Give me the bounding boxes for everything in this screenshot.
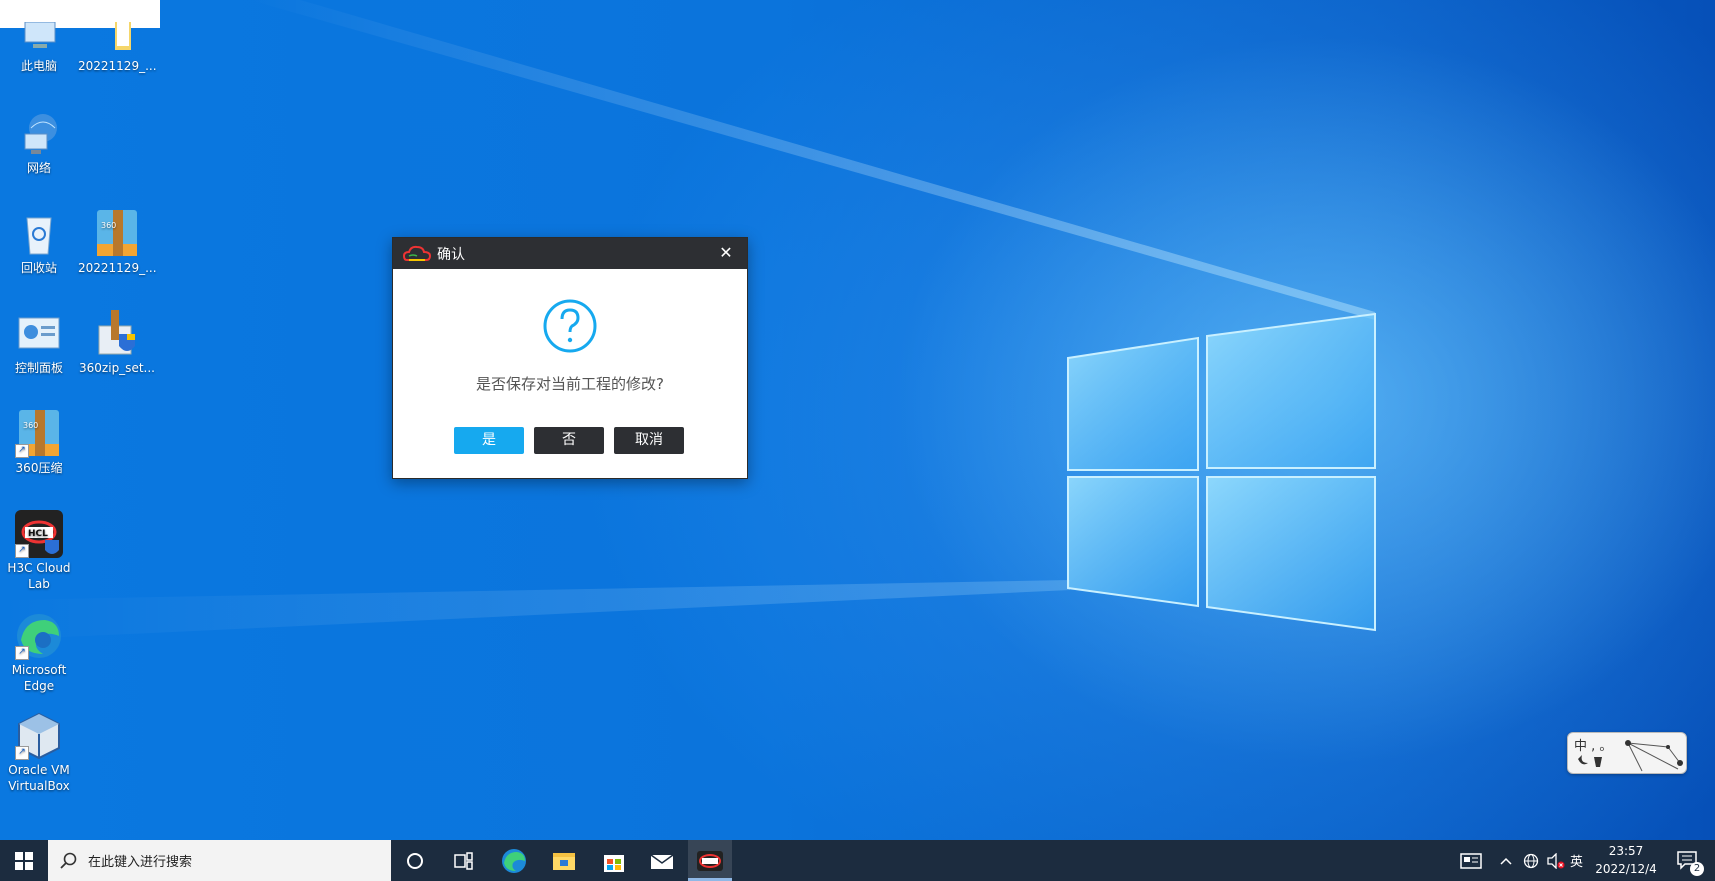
h3c-cloud-lab-icon: HCL ↗ <box>15 510 63 558</box>
taskbar-mail-button[interactable] <box>640 840 684 881</box>
desktop-icon-label: 20221129_... <box>78 261 157 275</box>
mail-icon <box>650 853 674 869</box>
notification-count-badge: 2 <box>1690 862 1704 876</box>
taskbar-edge-button[interactable] <box>492 840 536 881</box>
desktop-icon-control-panel[interactable]: 控制面板 <box>0 310 78 376</box>
windows-logo-wallpaper <box>0 0 1376 640</box>
tray-overflow-button[interactable] <box>1495 840 1517 881</box>
windows-start-icon <box>15 851 33 870</box>
desktop-icon-label: 控制面板 <box>14 361 63 375</box>
folder-icon <box>93 22 141 70</box>
tray-clock[interactable]: 23:57 2022/12/4 <box>1590 842 1662 878</box>
dialog-message: 是否保存对当前工程的修改? <box>476 375 664 393</box>
task-view-icon <box>454 851 473 870</box>
network-icon <box>15 110 63 158</box>
desktop-icon-recycle-bin[interactable]: 回收站 <box>0 210 78 276</box>
desktop-icon-edge[interactable]: ↗ Microsoft Edge <box>0 612 78 694</box>
cortana-icon <box>407 852 423 869</box>
tray-volume-button[interactable] <box>1544 840 1568 881</box>
task-view-button[interactable] <box>442 840 486 881</box>
hcl-cloud-logo-icon <box>403 245 431 261</box>
svg-text:360: 360 <box>101 221 116 230</box>
taskbar-explorer-button[interactable] <box>542 840 586 881</box>
store-icon <box>604 854 624 872</box>
svg-text:360: 360 <box>23 421 38 430</box>
clock-date: 2022/12/4 <box>1595 862 1657 876</box>
ime-skin-icon <box>1578 740 1683 772</box>
shortcut-arrow-icon: ↗ <box>15 444 29 458</box>
desktop-icon-virtualbox[interactable]: ↗ Oracle VM VirtualBox <box>0 712 78 794</box>
desktop-icon-this-pc[interactable]: 此电脑 <box>0 21 78 74</box>
desktop-icon-label: Microsoft Edge <box>11 663 67 693</box>
shortcut-arrow-icon: ↗ <box>15 746 29 760</box>
desktop-icon-label: 网络 <box>26 161 51 175</box>
desktop-icon-label: Oracle VM VirtualBox <box>8 763 70 793</box>
desktop-icon-zip-20221129[interactable]: 360 20221129_... <box>78 210 157 276</box>
dialog-titlebar[interactable]: 确认 ✕ <box>393 238 747 269</box>
desktop-icon-h3c-cloud-lab[interactable]: HCL ↗ H3C Cloud Lab <box>0 510 78 592</box>
news-icon <box>1460 852 1482 869</box>
zip-archive-icon: 360 <box>93 210 141 258</box>
hcl-app-icon <box>697 850 723 871</box>
ime-toolbar[interactable]: 中 , 。 <box>1567 732 1687 774</box>
taskbar-hcl-button[interactable] <box>688 840 732 881</box>
file-explorer-icon <box>553 852 575 870</box>
desktop-icon-360zip-setup[interactable]: 360zip_set... <box>78 310 156 376</box>
tray-network-button[interactable] <box>1520 840 1542 881</box>
clock-time: 23:57 <box>1608 844 1644 858</box>
desktop-icon-label: H3C Cloud Lab <box>7 561 71 591</box>
control-panel-icon <box>15 310 63 358</box>
desktop-icon-folder-20221129[interactable]: 20221129_... <box>78 22 157 74</box>
volume-muted-icon <box>1547 852 1565 869</box>
taskbar: 在此键入进行搜索 英 23:57 2022/12/4 2 <box>0 840 1715 881</box>
dialog-title: 确认 <box>437 246 465 263</box>
computer-icon <box>15 21 63 70</box>
virtualbox-icon: ↗ <box>15 712 63 760</box>
start-button[interactable] <box>0 840 48 881</box>
close-icon[interactable]: ✕ <box>717 244 735 262</box>
desktop-icon-label: 360zip_set... <box>79 361 155 375</box>
question-icon <box>543 299 597 353</box>
360zip-icon: 360 ↗ <box>15 410 63 458</box>
installer-icon <box>93 310 141 358</box>
no-button[interactable]: 否 <box>534 427 604 454</box>
recycle-bin-icon <box>15 210 63 258</box>
cancel-button[interactable]: 取消 <box>614 427 684 454</box>
shortcut-arrow-icon: ↗ <box>15 544 29 558</box>
chevron-up-icon <box>1500 857 1512 865</box>
taskbar-search-box[interactable]: 在此键入进行搜索 <box>48 840 391 881</box>
desktop-icon-network[interactable]: 网络 <box>0 110 78 176</box>
confirm-dialog: 确认 ✕ 是否保存对当前工程的修改? 是 否 取消 <box>392 237 748 479</box>
desktop-icon-label: 360压缩 <box>15 461 63 475</box>
desktop-icon-label: 回收站 <box>20 261 57 275</box>
yes-button[interactable]: 是 <box>454 427 524 454</box>
cortana-button[interactable] <box>395 840 435 881</box>
action-center-button[interactable]: 2 <box>1670 840 1706 881</box>
edge-icon <box>502 848 526 873</box>
search-placeholder: 在此键入进行搜索 <box>88 855 193 870</box>
search-icon <box>60 852 77 869</box>
shortcut-arrow-icon: ↗ <box>15 646 29 660</box>
globe-icon <box>1523 853 1539 868</box>
tray-news-button[interactable] <box>1455 840 1487 881</box>
svg-text:HCL: HCL <box>28 529 48 539</box>
desktop-icon-360zip[interactable]: 360 ↗ 360压缩 <box>0 410 78 476</box>
taskbar-store-button[interactable] <box>592 840 636 881</box>
tray-language-indicator[interactable]: 英 <box>1570 851 1583 870</box>
edge-icon: ↗ <box>15 612 63 660</box>
